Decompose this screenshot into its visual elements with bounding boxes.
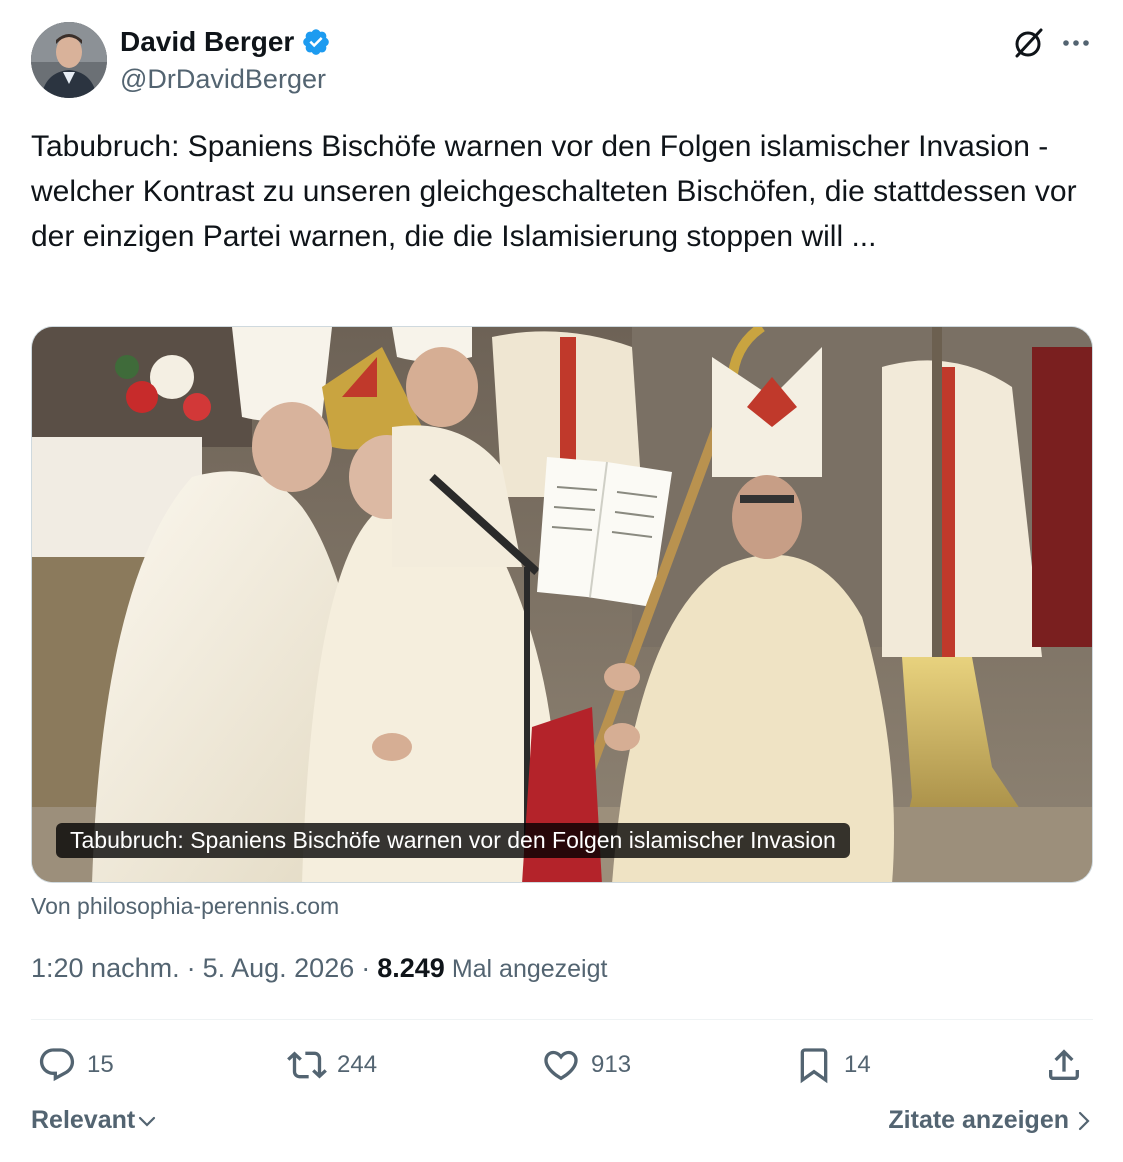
tweet-meta: 1:20 nachm. · 5. Aug. 2026 · 8.249 Mal a… [31, 953, 607, 984]
display-name[interactable]: David Berger [120, 26, 294, 58]
name-row: David Berger [120, 26, 331, 58]
chevron-down-icon [139, 1116, 156, 1127]
bookmark-icon [800, 1048, 828, 1084]
view-quotes-link[interactable]: Zitate anzeigen [888, 1106, 1091, 1135]
reply-icon [39, 1048, 75, 1082]
quotes-label: Zitate anzeigen [888, 1106, 1069, 1134]
reply-button[interactable]: 15 [37, 1040, 114, 1090]
grok-icon[interactable] [1011, 26, 1045, 60]
meta-separator: · [186, 953, 196, 983]
like-button[interactable]: 913 [541, 1040, 631, 1090]
share-button[interactable] [1044, 1040, 1084, 1090]
repost-count: 244 [337, 1051, 378, 1078]
views-label: Mal angezeigt [451, 955, 608, 983]
card-source-link[interactable]: Von philosophia-perennis.com [31, 893, 339, 920]
heart-icon [544, 1050, 578, 1081]
views-count: 8.249 [377, 953, 445, 983]
sort-dropdown[interactable]: Relevant [31, 1106, 157, 1135]
tweet-date[interactable]: 5. Aug. 2026 [203, 953, 355, 984]
repost-button[interactable]: 244 [287, 1040, 377, 1090]
link-card[interactable]: Tabubruch: Spaniens Bischöfe warnen vor … [31, 326, 1093, 883]
sort-label: Relevant [31, 1106, 136, 1134]
meta-separator: · [361, 953, 371, 983]
bookmark-button[interactable]: 14 [794, 1040, 871, 1090]
card-caption: Tabubruch: Spaniens Bischöfe warnen vor … [56, 823, 850, 858]
action-bar: 15 244 913 14 [31, 1040, 1093, 1090]
repost-icon [287, 1051, 327, 1079]
share-icon [1049, 1049, 1079, 1080]
divider [31, 1019, 1093, 1020]
tweet-header: David Berger @DrDavidBerger [31, 22, 1093, 102]
bookmark-count: 14 [844, 1051, 871, 1078]
card-image [32, 327, 1092, 882]
avatar[interactable] [31, 22, 107, 98]
more-options-icon[interactable] [1059, 28, 1093, 58]
like-count: 913 [591, 1051, 632, 1078]
reply-count: 15 [87, 1051, 114, 1078]
avatar-photo-icon [31, 22, 107, 98]
verified-badge-icon[interactable] [301, 27, 331, 57]
tweet-text: Tabubruch: Spaniens Bischöfe warnen vor … [31, 130, 1085, 253]
chevron-right-icon [1078, 1111, 1090, 1130]
author-handle[interactable]: @DrDavidBerger [120, 64, 326, 95]
tweet-time[interactable]: 1:20 nachm. [31, 953, 180, 984]
